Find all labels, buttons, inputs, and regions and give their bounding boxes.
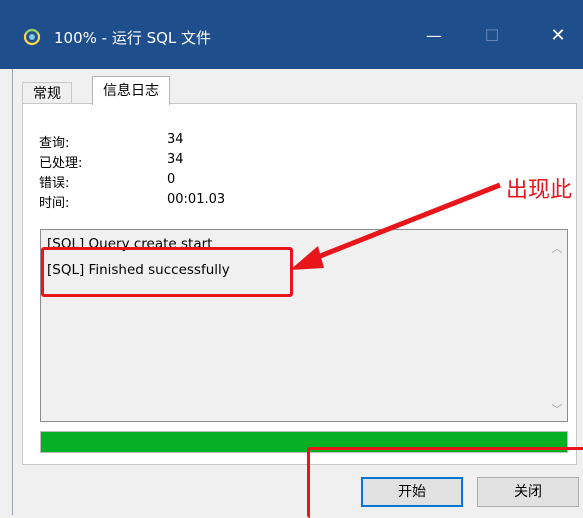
annotation-arrow-icon [290,182,501,270]
tab-info-log[interactable]: 信息日志 [92,76,170,105]
